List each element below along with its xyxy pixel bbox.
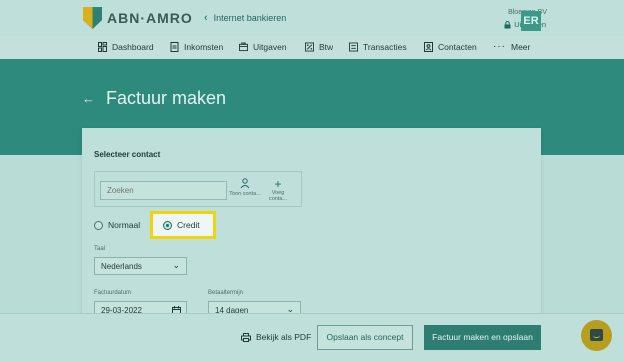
internet-banking-link[interactable]: ‹ Internet bankieren	[204, 12, 286, 24]
bottom-action-bar: Bekijk als PDF Opslaan als concept Factu…	[0, 313, 624, 362]
back-arrow-icon[interactable]: ←	[82, 91, 95, 106]
brand-name: ABN·AMRO	[107, 10, 193, 26]
nav-item-inkomsten[interactable]: Inkomsten	[170, 42, 223, 52]
show-contact-label: Toon conta...	[229, 191, 261, 197]
show-contact-button[interactable]: Toon conta...	[229, 178, 261, 197]
view-pdf-button[interactable]: Bekijk als PDF	[241, 332, 311, 342]
internet-banking-label: Internet bankieren	[213, 13, 287, 23]
avatar[interactable]: ER	[521, 11, 541, 31]
view-pdf-label: Bekijk als PDF	[256, 332, 312, 342]
chat-icon	[590, 329, 603, 341]
list-icon	[349, 42, 358, 52]
radio-normaal-label: Normaal	[108, 220, 141, 230]
nav-label: Uitgaven	[253, 42, 287, 52]
language-label: Taal	[94, 246, 106, 252]
save-as-concept-button[interactable]: Opslaan als concept	[317, 325, 413, 350]
nav-label: Btw	[319, 42, 334, 52]
nav-item-contacten[interactable]: Contacten	[424, 42, 477, 52]
radio-circle-selected	[163, 220, 172, 230]
language-select[interactable]: Nederlands ⌄	[94, 257, 187, 275]
contact-icon	[424, 42, 433, 52]
nav-label: Inkomsten	[184, 42, 224, 52]
nav-item-uitgaven[interactable]: Uitgaven	[239, 42, 287, 52]
top-header: ABN·AMRO ‹ Internet bankieren Bloemen BV…	[0, 0, 624, 36]
contact-section-title: Selecteer contact	[94, 150, 161, 159]
abn-amro-shield-icon	[83, 7, 102, 29]
nav-label: Meer	[511, 42, 531, 52]
dashboard-icon	[98, 42, 107, 52]
add-contact-label: Voeg conta...	[268, 190, 288, 202]
document-icon	[170, 42, 179, 52]
nav-item-dashboard[interactable]: Dashboard	[98, 42, 154, 52]
invoice-form-card: Selecteer contact Toon conta... + Voeg c…	[82, 128, 541, 328]
plus-icon: +	[274, 177, 282, 191]
nav-item-meer[interactable]: ··· Meer	[493, 41, 531, 53]
more-icon: ···	[493, 41, 506, 52]
nav-label: Transacties	[363, 42, 407, 52]
chevron-down-icon: ⌄	[172, 260, 180, 270]
invoice-date-label: Factuurdatum	[94, 290, 132, 296]
lock-icon	[504, 20, 511, 28]
wallet-icon	[239, 42, 248, 52]
contact-selector: Toon conta... + Voeg conta...	[94, 171, 302, 207]
main-nav: Dashboard Inkomsten Uitgaven Btw Transac…	[0, 36, 624, 59]
nav-label: Dashboard	[112, 42, 154, 52]
printer-icon	[241, 332, 251, 342]
nav-item-btw[interactable]: Btw	[305, 42, 333, 52]
radio-credit-label: Credit	[177, 220, 200, 230]
tax-icon	[305, 42, 314, 52]
radio-circle	[94, 220, 103, 230]
chat-button[interactable]	[581, 320, 612, 351]
nav-item-transacties[interactable]: Transacties	[349, 42, 407, 52]
radio-normaal[interactable]: Normaal	[94, 220, 140, 230]
payment-term-label: Betaaltermijn	[208, 290, 244, 296]
page-title: Factuur maken	[106, 88, 227, 108]
contact-search-input[interactable]	[100, 181, 227, 200]
language-value: Nederlands	[101, 262, 142, 271]
person-icon	[240, 178, 250, 189]
create-and-save-button[interactable]: Factuur maken en opslaan	[424, 325, 541, 350]
radio-credit[interactable]: Credit	[163, 220, 200, 230]
chevron-left-icon: ‹	[204, 12, 208, 24]
nav-label: Contacten	[438, 42, 477, 52]
add-contact-button[interactable]: + Voeg conta...	[262, 178, 294, 202]
